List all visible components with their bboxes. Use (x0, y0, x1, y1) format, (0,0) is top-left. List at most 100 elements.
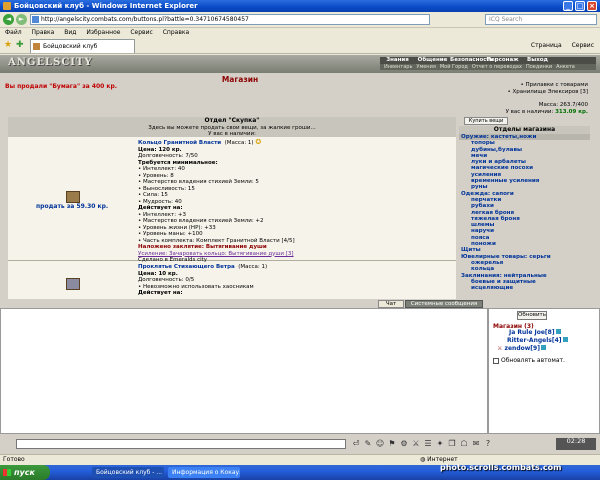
sell-item-link[interactable]: продать за 59.30 кр. (36, 203, 108, 210)
chat-input-bar: ⏎ ✎ ☺ ⚑ ⚙ ⚔ ☰ ✦ ❐ ☖ ✉? 02:28 (0, 434, 600, 454)
menu-edit[interactable]: Правка (32, 28, 55, 38)
list-icon[interactable]: ☰ (422, 438, 434, 450)
online-users-panel: Обновить Магазин (3) Ja Rule Joe[8] Ritt… (488, 308, 600, 434)
start-button[interactable]: пуск (0, 465, 50, 480)
subnav-inventory[interactable]: Инвентарь (384, 64, 412, 70)
buy-items-button[interactable]: Купить вещи (464, 117, 508, 125)
subnav-transfers[interactable]: Отчет о переводах (472, 64, 522, 70)
menu-file[interactable]: Файл (5, 28, 22, 38)
filter-icon[interactable]: ⚑ (386, 438, 398, 450)
top-navigation: Знания Общение БезопасностьПерсонаж Выход (380, 57, 596, 64)
subnav-profile[interactable]: Анкета (556, 64, 575, 70)
url-text: http://angelscity.combats.com/buttons.pl… (41, 16, 249, 23)
tab-combats[interactable]: Бойцовский клуб (30, 39, 135, 53)
auto-update-checkbox[interactable]: Обновлять автомат. (493, 357, 565, 364)
tab-chat[interactable]: Чат (378, 300, 404, 308)
nav-communication[interactable]: Общение (415, 57, 450, 64)
taskbar-item[interactable]: Бойцовский клуб - ... (92, 467, 164, 478)
item-details: Проклятье Стихающего Ветра (Масса: 1) Це… (138, 264, 267, 297)
tab-row: ★ ✚ Бойцовский клуб Страница Сервис (0, 38, 600, 54)
link-elixir-storage[interactable]: • Хранилище Элексиров [3] (470, 89, 589, 96)
nav-exit[interactable]: Выход (520, 57, 555, 64)
scroll-icon[interactable]: ✉ (470, 438, 482, 450)
help-icon[interactable]: ? (482, 438, 494, 450)
page-content: ANGELSCITY Знания Общение БезопасностьПерс… (0, 55, 600, 299)
window-title: Бойцовский клуб - Windows Internet Explo… (14, 2, 198, 10)
subnav-skills[interactable]: Умения (416, 64, 435, 70)
close-button[interactable]: × (587, 1, 597, 11)
info-icon (540, 345, 546, 350)
item-details: Кольцо Гранитной Власти (Масса: 1) ✪ Цен… (138, 139, 295, 264)
magic-icon[interactable]: ✦ (434, 438, 446, 450)
search-input[interactable]: ICQ Search (485, 14, 597, 25)
tab-system-messages[interactable]: Системные сообщения (405, 300, 483, 308)
menu-tools[interactable]: Сервис (130, 28, 152, 38)
info-icon (562, 337, 568, 342)
nav-character[interactable]: Персонаж (485, 57, 520, 64)
clear-icon[interactable]: ✎ (362, 438, 374, 450)
mass-value: Масса: 263.7/400 (538, 102, 588, 108)
game-clock: 02:28 (556, 438, 596, 450)
link-counters[interactable]: • Прилавки с товарами (470, 82, 588, 89)
money-row: У вас в наличии: 313.09 кр. (505, 109, 588, 115)
menu-help[interactable]: Справка (163, 28, 189, 38)
list-item: Проклятье Стихающего Ветра (Масса: 1) Це… (8, 262, 456, 299)
chat-message-input[interactable] (16, 439, 346, 449)
nav-knowledge[interactable]: Знания (380, 57, 415, 64)
subnav-my-city[interactable]: Мой Город (440, 64, 468, 70)
tab-label: Бойцовский клуб (43, 43, 98, 50)
lock-icon[interactable]: ☖ (458, 438, 470, 450)
user-entry[interactable]: Ja Rule Joe[8] (509, 329, 561, 336)
user-entry[interactable]: ⚔ zendow[9] (497, 345, 546, 352)
info-icon[interactable]: ✪ (255, 138, 261, 146)
ring-item-image (66, 191, 80, 203)
send-icon[interactable]: ⏎ (350, 438, 362, 450)
window-title-bar: Бойцовский клуб - Windows Internet Explo… (0, 0, 600, 12)
page-menu-button[interactable]: Страница (531, 42, 562, 49)
refresh-button[interactable]: Обновить (517, 311, 547, 320)
add-favorites-icon[interactable]: ✚ (16, 40, 24, 50)
settings-icon[interactable]: ⚙ (398, 438, 410, 450)
sub-navigation: Инвентарь Умения Мой Город Отчет о перевода… (380, 64, 596, 70)
list-item: продать за 59.30 кр. Кольцо Гранитной Вл… (8, 137, 456, 264)
watermark: photo.scrolls.combats.com (440, 463, 562, 472)
smiley-icon[interactable]: ☺ (374, 438, 386, 450)
page-title: Магазин (221, 75, 259, 84)
departments-list: Оружие: кастеты,ножи топоры дубины,булавы м… (459, 134, 590, 291)
auto-update-label: Обновлять автомат. (501, 357, 565, 364)
item-mass: (Масса: 1) (238, 264, 268, 270)
info-icon (555, 329, 561, 334)
status-text: Готово (3, 456, 25, 463)
subnav-battles[interactable]: Поединки (526, 64, 552, 70)
chat-log[interactable] (0, 308, 488, 434)
site-favicon-icon (33, 43, 40, 50)
character-info: • Прилавки с товарами • Хранилище Элекси… (470, 82, 588, 116)
search-placeholder: ICQ Search (489, 16, 523, 23)
maximize-button[interactable]: □ (575, 1, 585, 11)
forward-button[interactable]: ► (16, 14, 27, 25)
menu-view[interactable]: Вид (64, 28, 76, 38)
money-value: 313.09 кр. (555, 109, 588, 115)
address-bar[interactable]: http://angelscity.combats.com/buttons.pl… (30, 14, 430, 25)
page-icon (32, 16, 39, 23)
menu-favorites[interactable]: Избранное (86, 28, 120, 38)
back-button[interactable]: ◄ (3, 14, 14, 25)
checkbox-icon[interactable] (493, 357, 499, 364)
minimize-button[interactable]: _ (563, 1, 573, 11)
sell-section: Отдел "Скупка" Здесь вы можете продать с… (8, 117, 456, 299)
favorites-star-icon[interactable]: ★ (4, 40, 12, 50)
user-entry[interactable]: Ritter-Angels[4] (507, 337, 568, 344)
nav-security[interactable]: Безопасность (450, 57, 493, 64)
section-title: Отдел "Скупка" (204, 117, 260, 124)
taskbar-item[interactable]: Информация о Кокау... (168, 467, 240, 478)
ie-icon (3, 2, 11, 10)
item-name[interactable]: Проклятье Стихающего Ветра (138, 264, 235, 270)
command-bar: Страница Сервис (523, 41, 594, 51)
fight-icon[interactable]: ⚔ (410, 438, 422, 450)
windows-flag-icon (3, 469, 11, 476)
book-icon[interactable]: ❐ (446, 438, 458, 450)
tools-menu-button[interactable]: Сервис (572, 42, 594, 49)
department-link[interactable]: исцеляющие (459, 285, 590, 291)
item-name[interactable]: Кольцо Гранитной Власти (138, 140, 221, 146)
menu-bar: Файл Правка Вид Избранное Сервис Справка (0, 28, 600, 38)
